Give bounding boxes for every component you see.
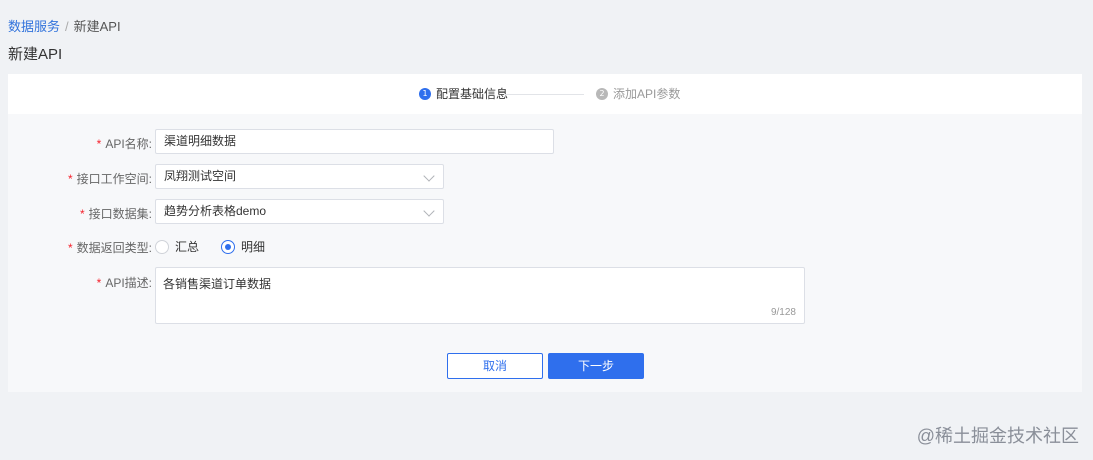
watermark: @稀土掘金技术社区 [916,426,1079,446]
step-1-number: 1 [419,88,431,100]
radio-detail-label[interactable]: 明细 [241,238,265,255]
required-mark: * [79,207,85,221]
api-name-label: * API名称: [97,135,152,152]
breadcrumb: 数据服务 / 新建API [8,19,121,35]
description-label-text: API描述: [105,276,152,290]
step-2-number: 2 [596,88,608,100]
description-textarea[interactable]: 各销售渠道订单数据 9/128 [155,267,805,324]
dataset-label: * 接口数据集: [80,205,152,222]
api-name-label-text: API名称: [105,137,152,151]
api-name-input[interactable]: 渠道明细数据 [155,129,554,154]
steps-bar: 1 配置基础信息 2 添加API参数 [8,74,1082,114]
return-type-radio-group: 汇总 明细 [155,238,265,255]
page-title: 新建API [8,46,63,63]
cancel-button[interactable]: 取消 [447,353,543,379]
step-connector [504,94,584,95]
step-2-label: 添加API参数 [613,87,681,101]
form-row-description: * API描述: 各销售渠道订单数据 9/128 [8,267,1082,324]
step-1-label: 配置基础信息 [436,87,509,101]
workspace-label: * 接口工作空间: [68,170,152,187]
form-row-api-name: * API名称: 渠道明细数据 [8,129,1082,154]
return-type-label: * 数据返回类型: [68,239,152,256]
step-basic-info: 1 配置基础信息 [419,87,508,101]
workspace-value: 凤翔测试空间 [164,169,237,183]
description-char-count: 9/128 [770,307,796,318]
chevron-down-icon [423,169,435,182]
breadcrumb-current: 新建API [73,19,121,34]
radio-summary-label[interactable]: 汇总 [175,238,199,255]
required-mark: * [96,276,102,290]
return-type-label-text: 数据返回类型: [76,241,152,255]
chevron-down-icon [423,204,435,217]
description-value: 各销售渠道订单数据 [163,277,272,291]
breadcrumb-separator: / [65,19,69,34]
radio-detail[interactable] [221,239,236,254]
form-row-dataset: * 接口数据集: 趋势分析表格demo [8,199,1082,224]
breadcrumb-link-data-service[interactable]: 数据服务 [8,19,60,34]
dataset-select[interactable]: 趋势分析表格demo [155,199,444,224]
form-row-return-type: * 数据返回类型: 汇总 明细 [8,237,1082,255]
form-card: 1 配置基础信息 2 添加API参数 * API名称: 渠道明细数据 * 接口工作空… [8,74,1082,392]
dataset-value: 趋势分析表格demo [164,204,267,218]
required-mark: * [67,172,73,186]
radio-summary[interactable] [155,239,169,254]
form-row-workspace: * 接口工作空间: 凤翔测试空间 [8,164,1082,189]
step-api-params: 2 添加API参数 [596,87,680,101]
workspace-select[interactable]: 凤翔测试空间 [155,164,444,189]
description-label: * API描述: [97,274,152,291]
api-name-value: 渠道明细数据 [164,134,237,148]
required-mark: * [67,241,73,255]
workspace-label-text: 接口工作空间: [76,172,152,186]
next-step-button[interactable]: 下一步 [548,353,644,379]
required-mark: * [96,137,102,151]
dataset-label-text: 接口数据集: [88,207,152,221]
